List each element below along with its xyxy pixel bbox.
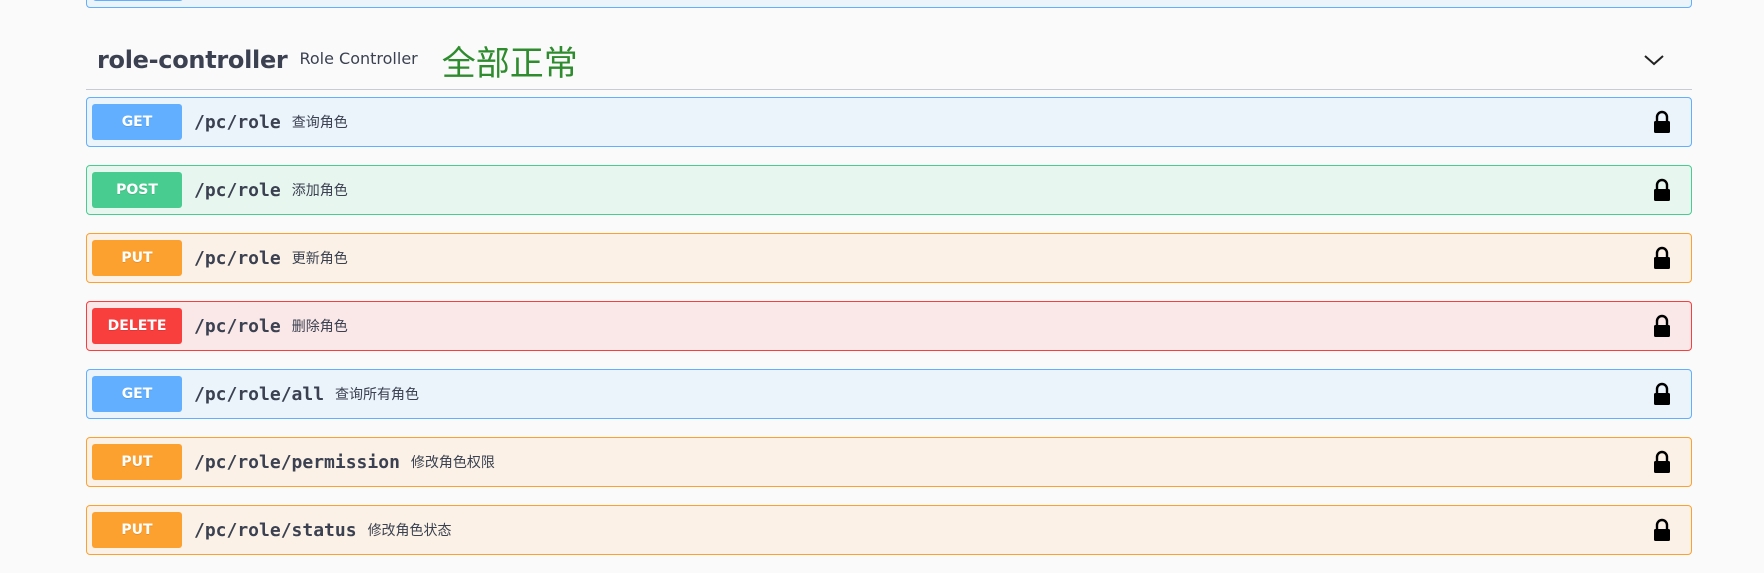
- lock-icon[interactable]: [1653, 246, 1671, 270]
- operation-path: /pc/role: [194, 315, 281, 337]
- tag-description: Role Controller: [299, 49, 418, 68]
- lock-icon[interactable]: [1653, 314, 1671, 338]
- lock-icon[interactable]: [1653, 110, 1671, 134]
- operation-put-role[interactable]: PUT /pc/role 更新角色: [86, 233, 1692, 283]
- lock-icon[interactable]: [1653, 518, 1671, 542]
- operation-path: /pc/role: [194, 247, 281, 269]
- method-badge: GET: [92, 376, 182, 412]
- operation-path: /pc/role/status: [194, 519, 357, 541]
- operation-get-role-all[interactable]: GET /pc/role/all 查询所有角色: [86, 369, 1692, 419]
- lock-icon[interactable]: [1653, 382, 1671, 406]
- operation-post-role[interactable]: POST /pc/role 添加角色: [86, 165, 1692, 215]
- chevron-down-icon[interactable]: [1642, 48, 1666, 72]
- operations-list: GET /pc/role 查询角色 POST /pc/role 添加角色 PUT…: [86, 97, 1692, 573]
- operation-summary: 修改角色权限: [410, 455, 495, 471]
- previous-method-badge: [93, 0, 183, 1]
- tag-section-header[interactable]: role-controller Role Controller 全部正常: [86, 30, 1692, 90]
- operation-path: /pc/role/all: [194, 383, 325, 405]
- operation-summary: 更新角色: [291, 251, 348, 267]
- operation-path: /pc/role: [194, 111, 281, 133]
- tag-note: 全部正常: [441, 44, 578, 84]
- operation-summary: 添加角色: [291, 183, 348, 199]
- method-badge: DELETE: [92, 308, 182, 344]
- operation-summary: 查询角色: [291, 115, 348, 131]
- operation-summary: 查询所有角色: [335, 387, 420, 403]
- previous-operation-block[interactable]: [86, 0, 1692, 8]
- operation-delete-role[interactable]: DELETE /pc/role 删除角色: [86, 301, 1692, 351]
- operation-path: /pc/role/permission: [194, 451, 400, 473]
- lock-icon[interactable]: [1653, 450, 1671, 474]
- tag-name: role-controller: [97, 45, 288, 74]
- method-badge: PUT: [92, 512, 182, 548]
- method-badge: PUT: [92, 240, 182, 276]
- lock-icon[interactable]: [1653, 178, 1671, 202]
- method-badge: GET: [92, 104, 182, 140]
- operation-summary: 修改角色状态: [367, 523, 452, 539]
- operation-put-role-status[interactable]: PUT /pc/role/status 修改角色状态: [86, 505, 1692, 555]
- operation-summary: 删除角色: [291, 319, 348, 335]
- operation-get-role[interactable]: GET /pc/role 查询角色: [86, 97, 1692, 147]
- operation-put-role-permission[interactable]: PUT /pc/role/permission 修改角色权限: [86, 437, 1692, 487]
- operation-path: /pc/role: [194, 179, 281, 201]
- method-badge: PUT: [92, 444, 182, 480]
- method-badge: POST: [92, 172, 182, 208]
